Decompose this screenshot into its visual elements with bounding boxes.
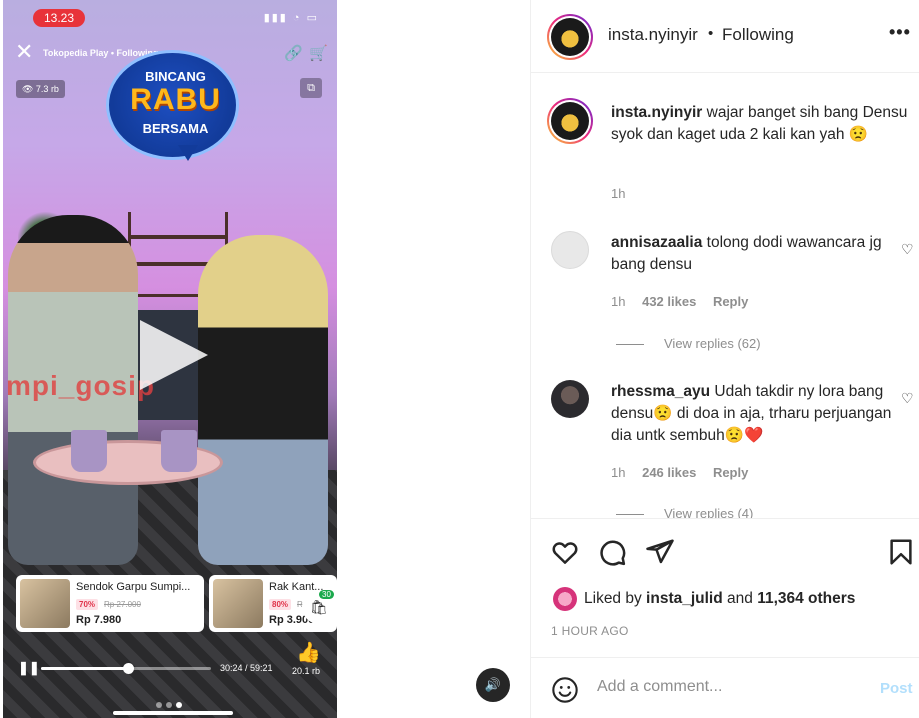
thumbs-up-icon[interactable]: 👍 xyxy=(296,640,321,665)
avatar[interactable] xyxy=(547,98,593,144)
status-icons: ▮▮▮ ◔ ▭ xyxy=(263,12,319,24)
audio-icon[interactable]: 🔊 xyxy=(476,668,510,702)
liked-by-user[interactable]: insta_julid xyxy=(646,590,723,607)
product-discount: 80% xyxy=(269,599,292,610)
comment-username[interactable]: annisazaalia xyxy=(611,234,702,251)
comment-like-icon[interactable]: ♡ xyxy=(901,241,914,258)
comment-username[interactable]: rhessma_ayu xyxy=(611,383,710,400)
product-original-price: Rp 27.000 xyxy=(104,600,141,609)
liked-by-others[interactable]: 11,364 others xyxy=(757,590,855,607)
link-icon[interactable]: 🔗 xyxy=(284,44,303,62)
picture-in-picture-icon[interactable]: ⧉ xyxy=(300,78,322,98)
product-discount: 70% xyxy=(76,599,99,610)
liked-by-mid: and xyxy=(722,590,758,607)
reply-button[interactable]: Reply xyxy=(713,294,748,309)
video-watermark: mpi_gosip xyxy=(6,370,156,401)
view-replies-button[interactable]: View replies (62) xyxy=(616,336,761,351)
liked-by-text: Liked by insta_julid and 11,364 others xyxy=(584,590,855,608)
carousel-dot[interactable] xyxy=(176,702,182,708)
follow-status[interactable]: Following xyxy=(722,25,794,45)
close-icon[interactable]: ✕ xyxy=(15,41,35,63)
carousel-dot[interactable] xyxy=(166,702,172,708)
caption-username[interactable]: insta.nyinyir xyxy=(611,104,702,121)
home-indicator xyxy=(113,711,233,715)
view-count: 👁 7.3 rb xyxy=(16,80,65,98)
comment-text: rhessma_ayu Udah takdir ny lora bang den… xyxy=(611,381,911,447)
avatar[interactable] xyxy=(547,14,593,60)
comment-likes[interactable]: 246 likes xyxy=(642,465,696,480)
caption-time: 1h xyxy=(611,186,626,201)
liked-by-prefix: Liked by xyxy=(584,590,647,607)
comment-likes[interactable]: 432 likes xyxy=(642,294,696,309)
product-price: Rp 7.980 xyxy=(76,614,122,626)
comment-input[interactable] xyxy=(597,678,867,696)
comment-time: 1h xyxy=(611,294,626,309)
status-time: 13.23 xyxy=(33,9,85,27)
product-card[interactable]: Sendok Garpu Sumpi... 70% Rp 27.000 Rp 7… xyxy=(16,575,204,632)
separator-dot: • xyxy=(708,25,714,42)
share-icon[interactable] xyxy=(645,537,675,567)
comments-list: insta.nyinyir wajar banget sih bang Dens… xyxy=(531,74,919,518)
video-progress-fill xyxy=(41,667,128,670)
add-comment-bar: Post xyxy=(531,658,919,718)
post-actions: Liked by insta_julid and 11,364 others 1… xyxy=(531,518,919,658)
avatar[interactable] xyxy=(551,380,589,418)
video-mug xyxy=(71,430,107,472)
media-area: 13.23 ▮▮▮ ◔ ▭ ✕ Tokopedia Play • Followi… xyxy=(0,0,530,718)
post-username[interactable]: insta.nyinyir xyxy=(608,25,698,45)
heart-icon[interactable] xyxy=(550,537,580,567)
video-time: 30:24 / 59:21 xyxy=(220,663,273,673)
show-logo-line2: RABU xyxy=(130,83,221,116)
product-thumbnail xyxy=(20,579,70,628)
comment-icon[interactable] xyxy=(597,537,627,567)
video-like-count: 20.1 rb xyxy=(292,666,321,676)
shopping-bag-count: 30 xyxy=(319,590,334,599)
view-replies-button[interactable]: View replies (4) xyxy=(616,506,753,518)
show-logo-line3: BERSAMA xyxy=(142,121,209,136)
show-logo-line1: BINCANG xyxy=(145,69,206,84)
post-header: insta.nyinyir • Following ••• xyxy=(531,0,919,73)
caption-meta: 1h xyxy=(611,186,638,201)
emoji-icon[interactable] xyxy=(551,676,579,704)
video-progress-handle[interactable] xyxy=(122,663,134,674)
comment-like-icon[interactable]: ♡ xyxy=(901,390,914,407)
show-logo-tail xyxy=(178,145,198,161)
avatar[interactable] xyxy=(551,231,589,269)
reply-button[interactable]: Reply xyxy=(713,465,748,480)
video-progress-bar[interactable] xyxy=(41,663,211,674)
product-name: Sendok Garpu Sumpi... xyxy=(76,581,191,593)
video-shelf-board xyxy=(128,235,228,239)
post-panel: insta.nyinyir • Following ••• insta.nyin… xyxy=(530,0,919,718)
video-mug xyxy=(161,430,197,472)
avatar[interactable] xyxy=(553,587,577,611)
comment-meta: 1h 246 likes Reply xyxy=(611,465,761,480)
product-thumbnail xyxy=(213,579,263,628)
comment-time: 1h xyxy=(611,465,626,480)
video-host-right xyxy=(198,235,328,565)
cart-icon[interactable]: 🛒 xyxy=(309,44,328,62)
show-logo: BINCANG RABU BERSAMA xyxy=(106,50,239,160)
pause-icon[interactable]: ❚❚ xyxy=(18,660,40,676)
comment-meta: 1h 432 likes Reply xyxy=(611,294,761,309)
video-player[interactable]: 13.23 ▮▮▮ ◔ ▭ ✕ Tokopedia Play • Followi… xyxy=(3,0,337,718)
bookmark-icon[interactable] xyxy=(886,537,916,567)
more-options-icon[interactable]: ••• xyxy=(889,22,911,43)
post-time[interactable]: 1 HOUR AGO xyxy=(551,624,629,638)
caption-text: insta.nyinyir wajar banget sih bang Dens… xyxy=(611,102,911,146)
carousel-dot[interactable] xyxy=(156,702,162,708)
play-icon[interactable] xyxy=(140,320,208,390)
comment-text: annisazaalia tolong dodi wawancara jg ba… xyxy=(611,232,911,276)
post-button[interactable]: Post xyxy=(880,680,913,697)
